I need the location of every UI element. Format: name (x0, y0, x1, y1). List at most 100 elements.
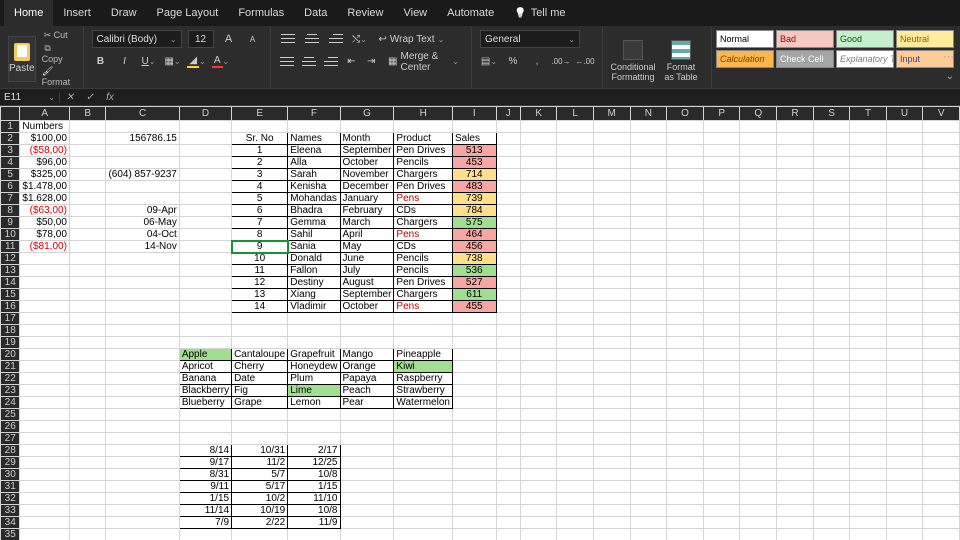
cell-A2[interactable]: $100,00 (20, 133, 70, 145)
cell-U1[interactable] (886, 121, 923, 133)
cell-N10[interactable] (630, 229, 667, 241)
cell-R2[interactable] (777, 133, 814, 145)
cell-M35[interactable] (593, 529, 630, 540)
cell-K10[interactable] (520, 229, 557, 241)
cell-O17[interactable] (667, 313, 704, 325)
cell-U28[interactable] (886, 445, 923, 457)
cell-G25[interactable] (340, 409, 394, 421)
cell-U5[interactable] (886, 169, 923, 181)
cell-F30[interactable]: 10/8 (288, 469, 340, 481)
tellme-tab[interactable]: Tell me (504, 0, 575, 26)
cell-S34[interactable] (813, 517, 850, 529)
cell-U16[interactable] (886, 301, 923, 313)
cell-A12[interactable] (20, 253, 70, 265)
cell-H1[interactable] (394, 121, 453, 133)
wrap-text-button[interactable]: ↩ Wrap Text⌄ (375, 30, 449, 48)
cell-B27[interactable] (69, 433, 106, 445)
cell-G9[interactable]: March (340, 217, 394, 229)
cell-G8[interactable]: February (340, 205, 394, 217)
cell-M24[interactable] (593, 397, 630, 409)
cell-E15[interactable]: 13 (232, 289, 288, 301)
row-header-16[interactable]: 16 (1, 301, 20, 313)
cell-R33[interactable] (777, 505, 814, 517)
cell-T19[interactable] (850, 337, 886, 349)
cell-U4[interactable] (886, 157, 923, 169)
col-header-J[interactable]: J (496, 107, 520, 121)
col-header-C[interactable]: C (106, 107, 179, 121)
cell-N18[interactable] (630, 325, 667, 337)
copy-button[interactable]: Copy (42, 43, 75, 64)
cell-B1[interactable] (69, 121, 106, 133)
cell-R17[interactable] (777, 313, 814, 325)
cell-P30[interactable] (703, 469, 740, 481)
cell-H22[interactable]: Raspberry (394, 373, 453, 385)
cell-C15[interactable] (106, 289, 179, 301)
cell-P34[interactable] (703, 517, 740, 529)
cell-S21[interactable] (813, 361, 850, 373)
cell-Q9[interactable] (740, 217, 777, 229)
cell-M1[interactable] (593, 121, 630, 133)
cell-L2[interactable] (557, 133, 593, 145)
col-header-D[interactable]: D (179, 107, 231, 121)
cell-K19[interactable] (520, 337, 557, 349)
cell-K24[interactable] (520, 397, 557, 409)
row-header-23[interactable]: 23 (1, 385, 20, 397)
cell-Q13[interactable] (740, 265, 777, 277)
cell-O10[interactable] (667, 229, 704, 241)
cell-G15[interactable]: September (340, 289, 394, 301)
cell-T7[interactable] (850, 193, 886, 205)
cell-V28[interactable] (923, 445, 960, 457)
cell-K4[interactable] (520, 157, 557, 169)
cell-E16[interactable]: 14 (232, 301, 288, 313)
cell-A6[interactable]: $1.478,00 (20, 181, 70, 193)
cell-H20[interactable]: Pineapple (394, 349, 453, 361)
cell-I20[interactable] (452, 349, 496, 361)
cell-Q17[interactable] (740, 313, 777, 325)
cell-K25[interactable] (520, 409, 557, 421)
cell-J35[interactable] (496, 529, 520, 540)
cell-E34[interactable]: 2/22 (232, 517, 288, 529)
cell-G4[interactable]: October (340, 157, 394, 169)
cell-J23[interactable] (496, 385, 520, 397)
tab-view[interactable]: View (393, 0, 437, 26)
cell-G20[interactable]: Mango (340, 349, 394, 361)
cell-V15[interactable] (923, 289, 960, 301)
cell-H24[interactable]: Watermelon (394, 397, 453, 409)
cell-T22[interactable] (850, 373, 886, 385)
cell-F15[interactable]: Xiang (288, 289, 340, 301)
cell-C7[interactable] (106, 193, 179, 205)
cell-U24[interactable] (886, 397, 923, 409)
cell-V19[interactable] (923, 337, 960, 349)
cell-N15[interactable] (630, 289, 667, 301)
cell-L1[interactable] (557, 121, 593, 133)
cell-B21[interactable] (69, 361, 106, 373)
cell-S11[interactable] (813, 241, 850, 253)
cell-G28[interactable] (340, 445, 394, 457)
cell-M12[interactable] (593, 253, 630, 265)
cell-F27[interactable] (288, 433, 340, 445)
cell-P9[interactable] (703, 217, 740, 229)
cell-N33[interactable] (630, 505, 667, 517)
cell-V20[interactable] (923, 349, 960, 361)
cell-H13[interactable]: Pencils (394, 265, 453, 277)
cell-Q3[interactable] (740, 145, 777, 157)
cell-I9[interactable]: 575 (452, 217, 496, 229)
cell-G23[interactable]: Peach (340, 385, 394, 397)
row-header-8[interactable]: 8 (1, 205, 20, 217)
align-right[interactable] (323, 53, 339, 71)
cell-B5[interactable] (69, 169, 106, 181)
col-header-P[interactable]: P (703, 107, 740, 121)
cell-P28[interactable] (703, 445, 740, 457)
cell-C31[interactable] (106, 481, 179, 493)
cell-N20[interactable] (630, 349, 667, 361)
cell-J32[interactable] (496, 493, 520, 505)
row-header-12[interactable]: 12 (1, 253, 20, 265)
cell-S30[interactable] (813, 469, 850, 481)
cell-D20[interactable]: Apple (179, 349, 231, 361)
cell-C16[interactable] (106, 301, 179, 313)
cell-O23[interactable] (667, 385, 704, 397)
cell-N34[interactable] (630, 517, 667, 529)
cell-D15[interactable] (179, 289, 231, 301)
cell-T20[interactable] (850, 349, 886, 361)
cell-V31[interactable] (923, 481, 960, 493)
